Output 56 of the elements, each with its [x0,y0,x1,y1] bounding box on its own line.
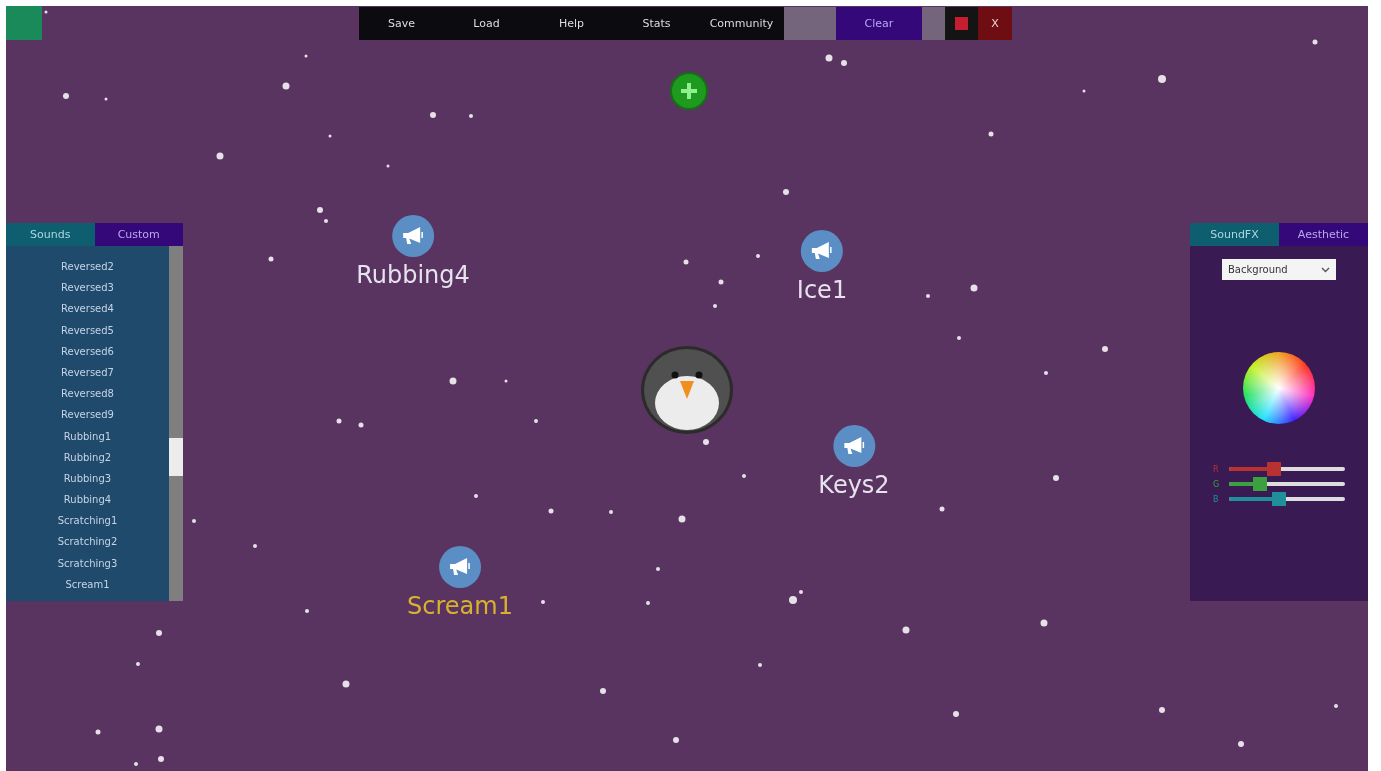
megaphone-icon [842,436,866,456]
sound-list-item[interactable]: Scream1 [6,573,169,595]
sound-list-item[interactable]: Reversed9 [6,404,169,426]
sound-list-item[interactable]: Scratching3 [6,552,169,574]
menu-button[interactable]: Stats [614,7,699,40]
sound-list-item[interactable]: Rubbing4 [6,489,169,511]
sound-list-item[interactable]: Rubbing2 [6,446,169,468]
sound-list-item[interactable]: Reversed5 [6,319,169,341]
sound-list-item[interactable]: Reversed3 [6,277,169,299]
stop-button[interactable] [945,7,978,40]
panel-tab[interactable]: Custom [94,223,183,246]
sound-node-button[interactable] [833,425,875,467]
panel-tab[interactable]: SoundFX [1190,223,1279,246]
sound-list-item[interactable]: Reversed2 [6,256,169,278]
slider-label: B [1213,494,1220,504]
clear-button[interactable]: Clear [836,7,922,40]
menu-button[interactable]: Community [699,7,784,40]
dropdown[interactable]: Background [1222,259,1336,280]
sound-list-item[interactable]: Reversed7 [6,361,169,384]
sound-node-label: Ice1 [796,276,848,304]
scrollbar[interactable] [169,246,183,601]
sound-node-button[interactable] [801,230,843,272]
plus-icon [679,81,699,101]
sound-list-item[interactable]: Rubbing3 [6,467,169,490]
slider[interactable] [1229,462,1345,476]
sound-node-button[interactable] [392,215,434,257]
slider[interactable] [1229,477,1345,491]
sound-list-item[interactable]: Rubbing1 [6,425,169,447]
menu-button[interactable]: Help [529,7,614,40]
scrollbar-thumb[interactable] [169,438,183,476]
slider-label: G [1213,479,1221,489]
sound-list-item[interactable]: Reversed4 [6,298,169,320]
sound-list-item[interactable]: Scratching1 [6,510,169,532]
sound-node-label: Keys2 [818,471,890,499]
penguin-drawing[interactable] [640,345,734,435]
sound-node-label: Scream1 [407,592,513,620]
chevron-down-icon [1321,266,1330,273]
add-button[interactable] [670,72,708,110]
sound-node-label: Rubbing4 [356,261,470,289]
slider-thumb[interactable] [1267,462,1282,476]
sound-node-button[interactable] [439,546,481,588]
megaphone-icon [448,557,472,577]
close-button[interactable]: X [978,7,1012,40]
menu-button[interactable]: Load [444,7,529,40]
panel-tab[interactable]: Sounds [6,223,95,246]
slider-thumb[interactable] [1271,492,1286,506]
panel-tab[interactable]: Aesthetic [1279,223,1368,246]
slider[interactable] [1229,492,1345,506]
menu-button[interactable]: Save [359,7,444,40]
slider-thumb[interactable] [1253,477,1268,491]
megaphone-icon [810,241,834,261]
sound-list-item[interactable]: Reversed8 [6,383,169,405]
slider-label: R [1213,464,1220,474]
megaphone-icon [401,226,425,246]
sound-list-item[interactable]: Reversed6 [6,340,169,362]
sound-list-item[interactable]: Scratching2 [6,531,169,553]
